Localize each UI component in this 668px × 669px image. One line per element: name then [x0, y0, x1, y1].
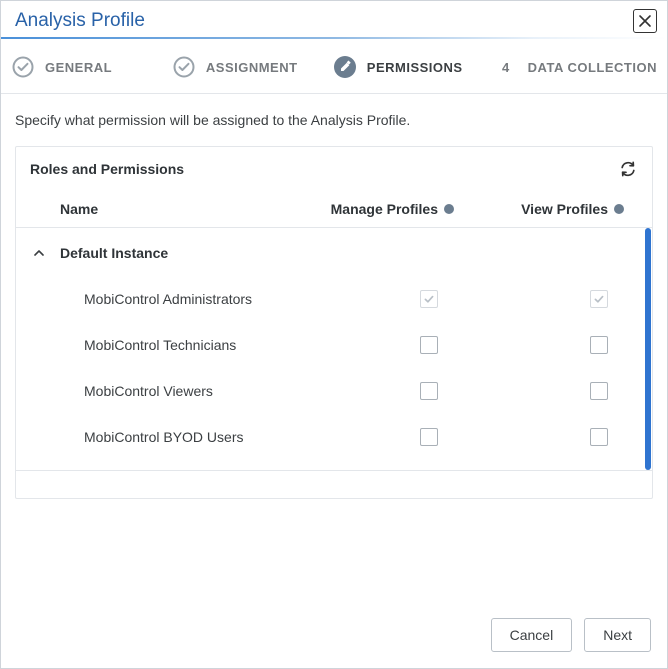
chevron-up-icon[interactable] — [30, 244, 48, 262]
col-header-manage-label: Manage Profiles — [331, 201, 438, 217]
panel-footer-strip — [16, 470, 652, 498]
step-general-label: GENERAL — [45, 60, 112, 75]
row-name: MobiControl Viewers — [30, 383, 298, 399]
checkbox-manage[interactable] — [420, 336, 438, 354]
row-name: MobiControl Technicians — [30, 337, 298, 353]
cancel-button[interactable]: Cancel — [491, 618, 573, 652]
checkbox-view[interactable] — [590, 382, 608, 400]
step-permissions[interactable]: PERMISSIONS — [333, 55, 494, 79]
refresh-button[interactable] — [618, 159, 638, 179]
row-name: MobiControl BYOD Users — [30, 429, 298, 445]
row-name: MobiControl Administrators — [30, 291, 298, 307]
close-icon — [638, 14, 652, 28]
pencil-circle-icon — [333, 55, 357, 79]
close-button[interactable] — [633, 9, 657, 33]
table-row: MobiControl Technicians — [16, 322, 652, 368]
checkbox-view — [590, 290, 608, 308]
refresh-icon — [622, 162, 634, 175]
table-row: MobiControl Viewers — [16, 368, 652, 414]
dialog-title: Analysis Profile — [15, 10, 145, 32]
grid-header: Name Manage Profiles View Profiles — [16, 191, 652, 228]
wizard-stepper: GENERAL ASSIGNMENT PERMISSIONS 4 DATA CO… — [1, 39, 667, 94]
col-header-manage[interactable]: Manage Profiles — [298, 201, 468, 217]
checkbox-view[interactable] — [590, 428, 608, 446]
step-assignment-label: ASSIGNMENT — [206, 60, 298, 75]
check-circle-icon — [11, 55, 35, 79]
col-header-view[interactable]: View Profiles — [468, 201, 638, 217]
dialog-analysis-profile: Analysis Profile GENERAL ASSIGNMENT — [0, 0, 668, 669]
panel-header: Roles and Permissions — [16, 147, 652, 191]
dialog-footer: Cancel Next — [1, 602, 667, 668]
col-header-view-label: View Profiles — [521, 201, 608, 217]
step-data-collection[interactable]: 4 DATA COLLECTION — [494, 55, 657, 79]
next-button[interactable]: Next — [584, 618, 651, 652]
step-permissions-label: PERMISSIONS — [367, 60, 463, 75]
group-row[interactable]: Default Instance — [16, 228, 652, 276]
table-row: MobiControl Administrators — [16, 276, 652, 322]
checkbox-manage — [420, 290, 438, 308]
grid-body: Default Instance MobiControl Administrat… — [16, 228, 652, 470]
step-assignment[interactable]: ASSIGNMENT — [172, 55, 333, 79]
check-icon — [593, 293, 605, 305]
dot-icon — [614, 204, 624, 214]
check-circle-icon — [172, 55, 196, 79]
step-data-collection-label: DATA COLLECTION — [528, 60, 657, 75]
instruction-text: Specify what permission will be assigned… — [15, 112, 653, 128]
step-general[interactable]: GENERAL — [11, 55, 172, 79]
dialog-body: Specify what permission will be assigned… — [1, 94, 667, 602]
panel-title: Roles and Permissions — [30, 161, 184, 177]
group-name: Default Instance — [60, 245, 168, 261]
checkbox-manage[interactable] — [420, 382, 438, 400]
dot-icon — [444, 204, 454, 214]
scrollbar[interactable] — [645, 228, 651, 470]
check-icon — [423, 293, 435, 305]
checkbox-manage[interactable] — [420, 428, 438, 446]
step-number: 4 — [494, 55, 518, 79]
dialog-title-row: Analysis Profile — [1, 1, 667, 37]
table-row: MobiControl BYOD Users — [16, 414, 652, 460]
roles-permissions-panel: Roles and Permissions Name Manage Profil… — [15, 146, 653, 499]
checkbox-view[interactable] — [590, 336, 608, 354]
col-header-name: Name — [30, 201, 298, 217]
